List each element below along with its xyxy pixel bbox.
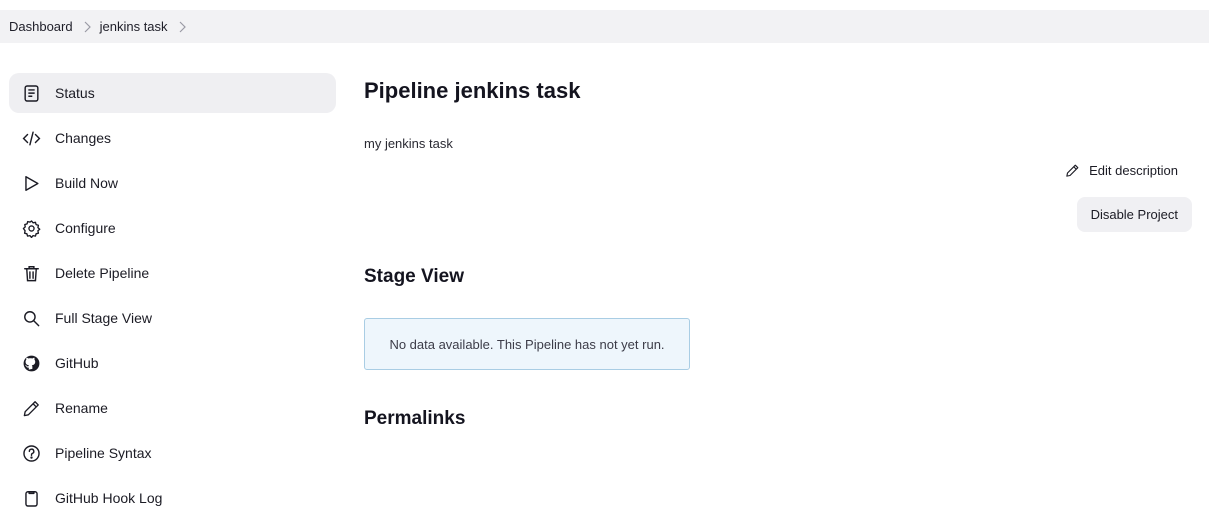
sidebar-item-delete-pipeline[interactable]: Delete Pipeline — [9, 253, 336, 293]
code-icon — [21, 128, 41, 148]
clipboard-icon — [21, 488, 41, 508]
sidebar-item-label: GitHub Hook Log — [55, 490, 163, 506]
sidebar-item-full-stage-view[interactable]: Full Stage View — [9, 298, 336, 338]
breadcrumb: Dashboard jenkins task — [0, 10, 1209, 43]
breadcrumb-jenkins-task[interactable]: jenkins task — [100, 19, 168, 34]
gear-icon — [21, 218, 41, 238]
sidebar-item-label: Full Stage View — [55, 310, 153, 326]
sidebar-item-changes[interactable]: Changes — [9, 118, 336, 158]
sidebar-item-github[interactable]: GitHub — [9, 343, 336, 383]
sidebar-item-github-hook-log[interactable]: GitHub Hook Log — [9, 478, 336, 518]
sidebar-item-label: GitHub — [55, 355, 99, 371]
search-icon — [21, 308, 41, 328]
trash-icon — [21, 263, 41, 283]
sidebar-item-build-now[interactable]: Build Now — [9, 163, 336, 203]
play-icon — [21, 173, 41, 193]
sidebar-item-label: Configure — [55, 220, 116, 236]
page-title: Pipeline jenkins task — [364, 78, 581, 103]
disable-project-button[interactable]: Disable Project — [1076, 197, 1192, 232]
document-icon — [21, 83, 41, 103]
sidebar-item-status[interactable]: Status — [9, 73, 336, 113]
sidebar-item-pipeline-syntax[interactable]: Pipeline Syntax — [9, 433, 336, 473]
chevron-right-icon[interactable] — [178, 21, 186, 33]
help-icon — [21, 443, 41, 463]
sidebar-item-rename[interactable]: Rename — [9, 388, 336, 428]
no-data-alert: No data available. This Pipeline has not… — [364, 318, 690, 370]
edit-description-link[interactable]: Edit description — [1065, 163, 1178, 178]
sidebar-item-label: Status — [55, 85, 95, 101]
sidebar-item-label: Rename — [55, 400, 108, 416]
sidebar-item-label: Build Now — [55, 175, 119, 191]
pencil-icon — [21, 398, 41, 418]
sidebar-item-label: Pipeline Syntax — [55, 445, 152, 461]
sidebar-item-configure[interactable]: Configure — [9, 208, 336, 248]
chevron-right-icon — [83, 21, 91, 33]
edit-description-label: Edit description — [1089, 163, 1178, 178]
pencil-icon — [1066, 164, 1079, 177]
breadcrumb-dashboard[interactable]: Dashboard — [9, 19, 73, 34]
sidebar: Status Changes Build Now Configure Delet… — [9, 73, 336, 523]
sidebar-item-label: Delete Pipeline — [55, 265, 150, 281]
github-icon — [21, 353, 41, 373]
permalinks-title: Permalinks — [364, 408, 466, 429]
sidebar-item-label: Changes — [55, 130, 112, 146]
project-description: my jenkins task — [364, 136, 453, 151]
stage-view-title: Stage View — [364, 266, 464, 287]
